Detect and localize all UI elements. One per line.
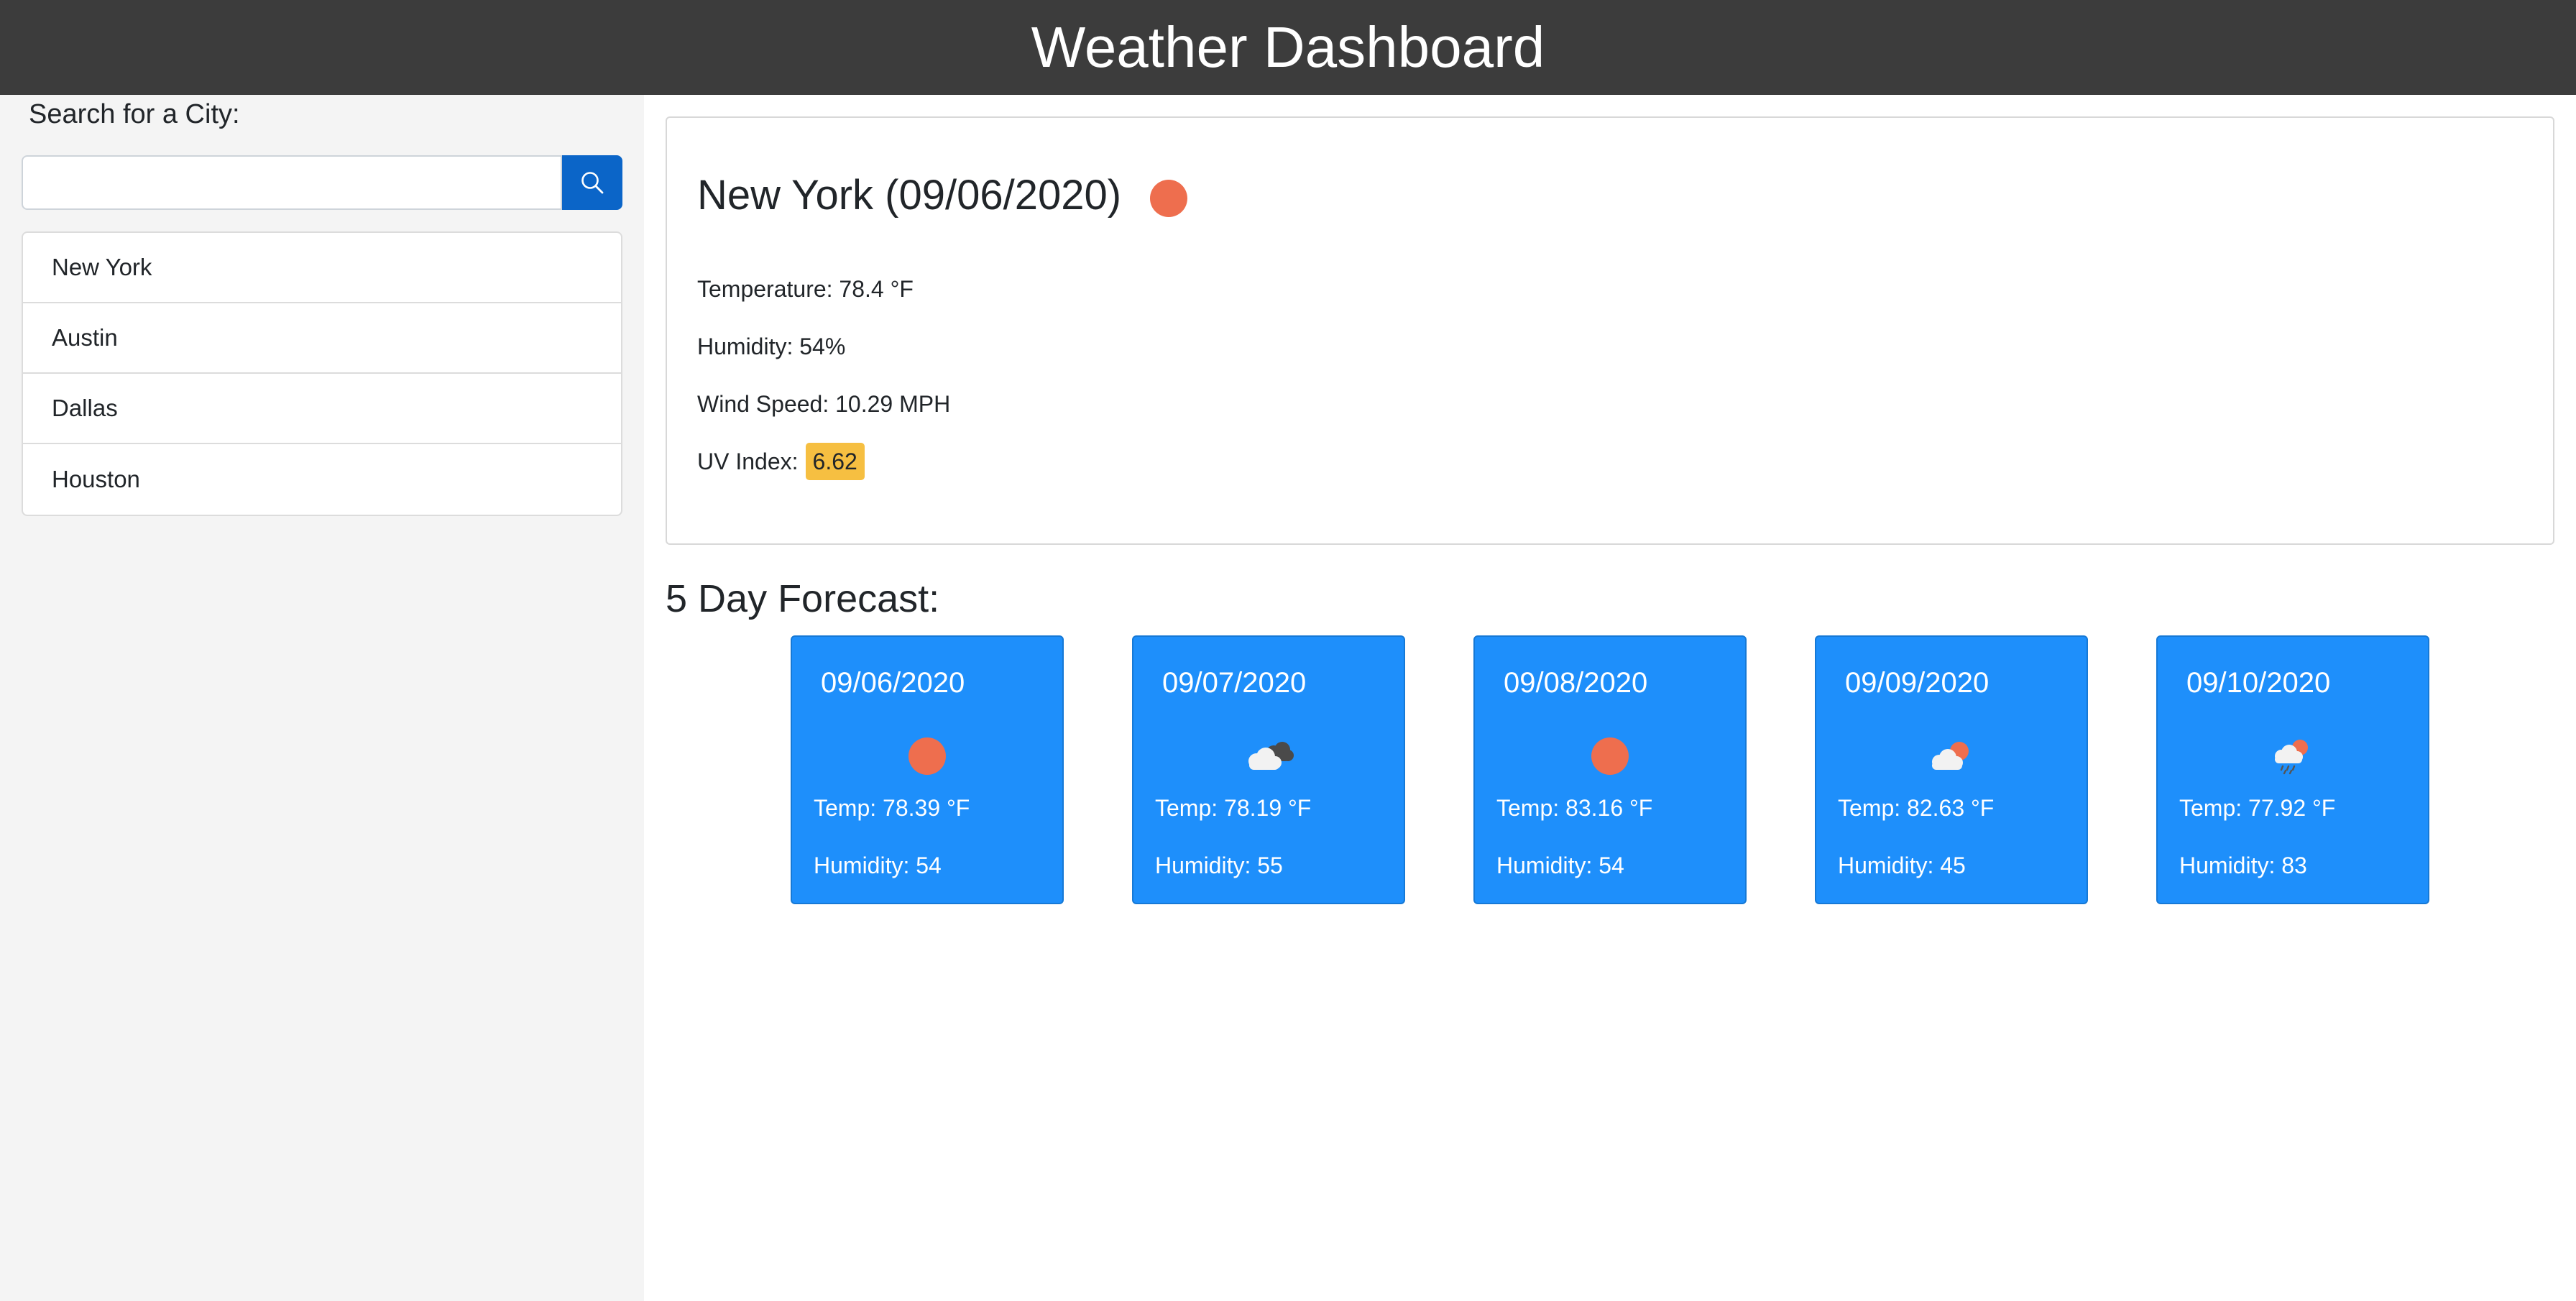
current-uv-index: UV Index: 6.62 bbox=[697, 443, 865, 480]
forecast-humidity: Humidity: 54 bbox=[1496, 852, 1624, 878]
forecast-title: 5 Day Forecast: bbox=[666, 577, 940, 620]
forecast-card: 09/06/2020 Temp: 78.39 °F Humidity: 54 bbox=[791, 635, 1064, 904]
city-item-houston[interactable]: Houston bbox=[23, 444, 621, 515]
search-button[interactable] bbox=[562, 155, 622, 210]
forecast-date: 09/10/2020 bbox=[2186, 667, 2331, 699]
forecast-card: 09/07/2020 Temp: 78.19 °F Humidity: 55 bbox=[1132, 635, 1405, 904]
search-row bbox=[22, 155, 622, 210]
city-search-input[interactable] bbox=[22, 155, 562, 210]
forecast-temp: Temp: 83.16 °F bbox=[1496, 795, 1653, 821]
forecast-card: 09/10/2020 Temp: 77.92 °F Humidity: 83 bbox=[2156, 635, 2429, 904]
forecast-card: 09/09/2020 Temp: 82.63 °F Humidity: 45 bbox=[1815, 635, 2088, 904]
city-item-austin[interactable]: Austin bbox=[23, 303, 621, 374]
forecast-date: 09/09/2020 bbox=[1845, 667, 1990, 699]
search-label: Search for a City: bbox=[29, 99, 240, 129]
current-heading: New York (09/06/2020) bbox=[697, 172, 1188, 219]
current-humidity: Humidity: 54% bbox=[697, 334, 846, 359]
forecast-temp: Temp: 78.19 °F bbox=[1155, 795, 1312, 821]
current-city-date: New York (09/06/2020) bbox=[697, 172, 1122, 219]
forecast-temp: Temp: 78.39 °F bbox=[814, 795, 970, 821]
uv-index-label: UV Index: bbox=[697, 449, 799, 474]
forecast-temp: Temp: 77.92 °F bbox=[2179, 795, 2336, 821]
partly-cloudy-icon bbox=[1932, 742, 1969, 770]
forecast-date: 09/08/2020 bbox=[1504, 667, 1648, 699]
sun-icon bbox=[1591, 737, 1629, 775]
forecast-date: 09/07/2020 bbox=[1162, 667, 1307, 699]
app-header: Weather Dashboard bbox=[0, 0, 2576, 95]
forecast-humidity: Humidity: 83 bbox=[2179, 852, 2307, 878]
broken-clouds-icon bbox=[1248, 742, 1294, 770]
search-history-list: New York Austin Dallas Houston bbox=[22, 231, 622, 516]
forecast-humidity: Humidity: 45 bbox=[1838, 852, 1966, 878]
forecast-temp: Temp: 82.63 °F bbox=[1838, 795, 1995, 821]
city-item-dallas[interactable]: Dallas bbox=[23, 374, 621, 444]
uv-index-badge: 6.62 bbox=[805, 443, 865, 480]
current-temperature: Temperature: 78.4 °F bbox=[697, 276, 914, 302]
forecast-date: 09/06/2020 bbox=[821, 667, 965, 699]
sun-icon bbox=[908, 737, 946, 775]
forecast-humidity: Humidity: 54 bbox=[814, 852, 942, 878]
forecast-card: 09/08/2020 Temp: 83.16 °F Humidity: 54 bbox=[1473, 635, 1747, 904]
app-title: Weather Dashboard bbox=[1031, 15, 1545, 79]
sun-icon bbox=[1150, 180, 1188, 217]
city-item-new-york[interactable]: New York bbox=[23, 233, 621, 303]
forecast-humidity: Humidity: 55 bbox=[1155, 852, 1283, 878]
current-weather-card: New York (09/06/2020) Temperature: 78.4 … bbox=[666, 116, 2554, 545]
current-wind-speed: Wind Speed: 10.29 MPH bbox=[697, 391, 951, 417]
search-icon bbox=[581, 172, 604, 194]
rain-cloud-sun-icon bbox=[2275, 740, 2308, 775]
